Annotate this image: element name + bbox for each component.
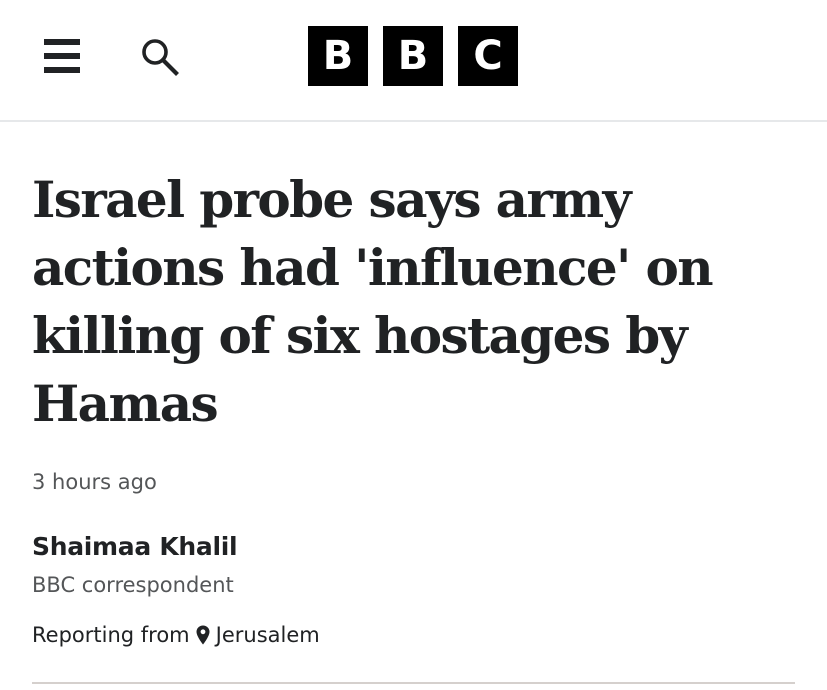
logo-block-b1: B <box>308 26 368 86</box>
author-name[interactable]: Shaimaa Khalil <box>32 532 238 561</box>
location-pin-icon <box>196 625 210 645</box>
logo-block-c: C <box>458 26 518 86</box>
search-icon <box>142 39 179 76</box>
article-headline: Israel probe says army actions had 'infl… <box>32 170 714 433</box>
author-role: BBC correspondent <box>32 573 234 597</box>
reporting-location: Reporting from Jerusalem <box>32 623 320 647</box>
site-header: B B C <box>0 0 827 122</box>
article-timestamp: 3 hours ago <box>32 470 157 494</box>
search-button[interactable] <box>138 36 182 80</box>
bbc-logo[interactable]: B B C <box>308 26 518 86</box>
logo-block-b2: B <box>383 26 443 86</box>
byline-divider <box>32 682 795 684</box>
reporting-location-name: Jerusalem <box>215 623 320 647</box>
reporting-prefix: Reporting from <box>32 623 190 647</box>
menu-button[interactable] <box>40 36 84 76</box>
